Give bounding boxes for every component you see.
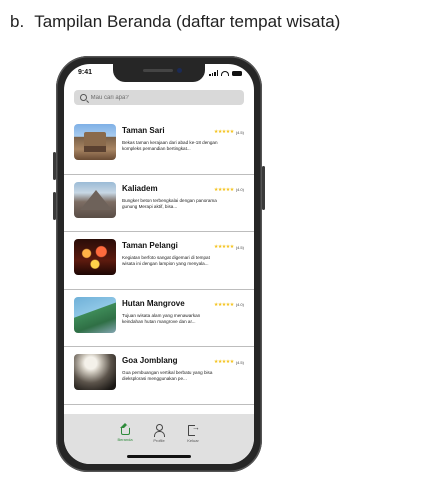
place-description: Bungker beton terbengkalai dengan panora… [122,197,217,209]
phone-screen: 9:41 Taman Sari ★★★★★(4.5) [64,64,254,464]
figure-caption: b. Tampilan Beranda (daftar tempat wisata… [10,12,340,32]
rating-value: (4.0) [235,187,244,192]
star-icon: ★★★★★ [213,244,234,250]
phone-frame: 9:41 Taman Sari ★★★★★(4.5) [53,56,265,472]
place-info: Goa Jomblang ★★★★★ (4.5) Gua pembuangan v… [122,354,244,404]
star-icon: ★★★★★ [213,301,234,308]
star-icon: ★★★★★ [213,359,234,365]
place-description: Bekas taman kerajaan dari abad ke-18 den… [122,140,218,151]
place-rating: ★★★★★ (4.0) [214,302,244,308]
signal-icon [209,70,218,76]
tab-profile[interactable]: Profile [149,424,169,464]
rating-value: (4.5) [235,244,244,250]
place-card-hutan-mangrove[interactable]: Hutan Mangrove ★★★★★ (4.0) Tujuan wisata … [64,290,254,347]
star-icon: ★★★★★ [213,129,234,135]
place-info: Taman Sari ★★★★★ (4.5) Bekas taman keraja… [122,124,244,174]
place-rating: ★★★★★ (4.5) [214,244,244,250]
place-info: Kaliadem ★★★★★ (4.0) Bungker beton terben… [122,182,244,232]
place-rating: ★★★★★ (4.5) [214,129,244,135]
tab-keluar[interactable]: Keluar [183,423,203,464]
place-list: Taman Sari ★★★★★ (4.5) Bekas taman keraja… [64,117,254,405]
tab-label: Keluar [187,438,199,443]
place-card-goa-jomblang[interactable]: Goa Jomblang ★★★★★ (4.5) Gua pembuangan v… [64,347,254,405]
home-icon [119,423,130,435]
place-description: Gua pembuangan vertikal berbatu yang bis… [122,370,213,381]
place-thumbnail [74,296,116,333]
rating-value: (4.5) [235,359,244,365]
logout-icon [187,423,200,436]
place-title: Hutan Mangrove [122,298,185,308]
place-card-kaliadem[interactable]: Kaliadem ★★★★★ (4.0) Bungker beton terben… [64,175,254,232]
caption-letter: b. [10,12,25,31]
place-thumbnail [74,239,116,275]
user-icon [153,424,165,437]
tab-label: Beranda [117,437,133,442]
place-description: Tujuan wisata alam yang menawarkan keind… [122,312,201,324]
place-thumbnail [74,354,116,390]
place-card-taman-pelangi[interactable]: Taman Pelangi ★★★★★ (4.5) Kegiatan berfot… [64,232,254,290]
wifi-icon [221,70,229,76]
place-description: Kegiatan berfoto sangat digemari di temp… [122,255,210,266]
status-icons [209,70,242,76]
notch [113,64,205,82]
place-rating: ★★★★★ (4.5) [214,359,244,365]
place-title: Taman Pelangi [122,241,178,250]
search-input[interactable] [90,94,244,101]
place-rating: ★★★★★ (4.0) [214,187,244,193]
home-indicator [127,455,191,458]
status-time: 9:41 [78,69,93,76]
place-info: Hutan Mangrove ★★★★★ (4.0) Tujuan wisata … [122,297,244,347]
caption-text: Tampilan Beranda (daftar tempat wisata) [34,12,341,31]
battery-icon [232,70,242,76]
place-thumbnail [74,181,116,218]
search-bar[interactable] [74,90,244,105]
rating-value: (4.5) [235,129,244,135]
place-thumbnail [74,124,116,160]
place-title: Kaliadem [122,183,158,193]
rating-value: (4.0) [235,302,244,307]
tab-label: Profile [153,438,165,443]
place-title: Taman Sari [122,126,165,135]
search-icon [80,94,87,101]
tab-beranda[interactable]: Beranda [115,423,135,464]
star-icon: ★★★★★ [213,186,234,193]
place-card-taman-sari[interactable]: Taman Sari ★★★★★ (4.5) Bekas taman keraja… [64,117,254,175]
camera-icon [177,68,182,73]
place-title: Goa Jomblang [122,356,178,365]
place-info: Taman Pelangi ★★★★★ (4.5) Kegiatan berfot… [122,239,244,289]
speaker-icon [143,69,173,72]
